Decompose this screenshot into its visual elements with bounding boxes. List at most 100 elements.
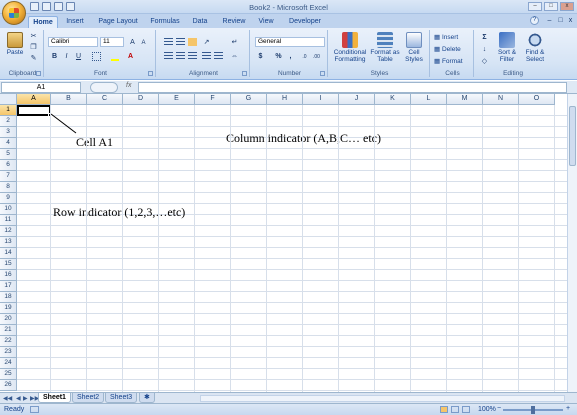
first-sheet-icon[interactable]: ◀◀	[3, 395, 12, 402]
fill-color-icon[interactable]	[110, 52, 119, 61]
row-header-1[interactable]: 1	[0, 105, 17, 116]
row-header-15[interactable]: 15	[0, 259, 17, 270]
row-header-3[interactable]: 3	[0, 127, 17, 138]
row-header-23[interactable]: 23	[0, 347, 17, 358]
row-header-8[interactable]: 8	[0, 182, 17, 193]
sheet-tab-sheet2[interactable]: Sheet2	[72, 393, 105, 403]
borders-icon[interactable]	[92, 52, 101, 61]
zoom-level[interactable]: 100%	[478, 406, 496, 413]
row-header-17[interactable]: 17	[0, 281, 17, 292]
tab-formulas[interactable]: Formulas	[148, 16, 182, 28]
row-header-21[interactable]: 21	[0, 325, 17, 336]
number-launcher-icon[interactable]	[320, 71, 325, 76]
underline-button[interactable]: U	[74, 52, 83, 61]
shrink-font-icon[interactable]: A	[139, 38, 148, 47]
row-header-12[interactable]: 12	[0, 226, 17, 237]
row-header-16[interactable]: 16	[0, 270, 17, 281]
active-cell[interactable]	[17, 105, 52, 117]
align-left-icon[interactable]	[164, 52, 173, 60]
row-header-19[interactable]: 19	[0, 303, 17, 314]
column-header-d[interactable]: D	[123, 94, 159, 105]
format-cells-button[interactable]: ▦ Format	[434, 57, 463, 65]
grow-font-icon[interactable]: A	[128, 38, 137, 47]
prev-sheet-icon[interactable]: ◀	[16, 395, 21, 402]
row-header-14[interactable]: 14	[0, 248, 17, 259]
row-header-9[interactable]: 9	[0, 193, 17, 204]
formula-input[interactable]	[138, 82, 567, 93]
italic-button[interactable]: I	[62, 52, 71, 61]
tab-home[interactable]: Home	[28, 16, 58, 28]
orientation-icon[interactable]: ↗	[202, 38, 211, 47]
column-header-h[interactable]: H	[267, 94, 303, 105]
insert-cells-button[interactable]: ▦ Insert	[434, 33, 458, 41]
ribbon-minimize-icon[interactable]: –	[545, 16, 554, 25]
paste-button[interactable]: Paste	[4, 32, 26, 56]
column-header-l[interactable]: L	[411, 94, 447, 105]
insert-function-icon[interactable]: fx	[126, 82, 131, 89]
vertical-scroll-thumb[interactable]	[569, 106, 576, 166]
align-center-icon[interactable]	[176, 52, 185, 60]
decrease-indent-icon[interactable]	[202, 52, 211, 60]
wrap-text-icon[interactable]: ↵	[230, 38, 239, 47]
macro-record-icon[interactable]	[30, 406, 39, 413]
column-header-i[interactable]: I	[303, 94, 339, 105]
next-sheet-icon[interactable]: ▶	[23, 395, 28, 402]
align-middle-icon[interactable]	[176, 38, 185, 46]
tab-view[interactable]: View	[256, 16, 276, 28]
row-header-2[interactable]: 2	[0, 116, 17, 127]
clear-icon[interactable]: ◇	[480, 57, 489, 66]
row-header-7[interactable]: 7	[0, 171, 17, 182]
row-header-25[interactable]: 25	[0, 369, 17, 380]
name-box[interactable]: A1	[1, 82, 81, 93]
find-select-button[interactable]: Find & Select	[522, 32, 548, 63]
format-as-table-button[interactable]: Format as Table	[370, 32, 400, 63]
currency-button[interactable]: $	[256, 52, 265, 61]
increase-decimal-icon[interactable]: .0	[300, 52, 309, 61]
row-header-18[interactable]: 18	[0, 292, 17, 303]
row-header-4[interactable]: 4	[0, 138, 17, 149]
help-icon[interactable]: ?	[530, 16, 539, 25]
row-header-6[interactable]: 6	[0, 160, 17, 171]
column-header-a[interactable]: A	[17, 94, 51, 105]
tab-data[interactable]: Data	[190, 16, 210, 28]
column-header-e[interactable]: E	[159, 94, 195, 105]
zoom-in-icon[interactable]: +	[566, 405, 570, 412]
insert-sheet-icon[interactable]: ✱	[139, 393, 155, 403]
number-format-select[interactable]: General	[255, 37, 325, 47]
vertical-scrollbar[interactable]	[567, 94, 577, 392]
align-bottom-icon[interactable]	[188, 38, 197, 46]
ribbon-restore-icon[interactable]: □	[556, 16, 565, 25]
row-header-26[interactable]: 26	[0, 380, 17, 391]
decrease-decimal-icon[interactable]: .00	[312, 52, 321, 61]
sheet-tab-sheet1[interactable]: Sheet1	[38, 393, 71, 403]
comma-button[interactable]: ,	[286, 52, 295, 61]
select-all-button[interactable]	[0, 94, 17, 105]
row-header-5[interactable]: 5	[0, 149, 17, 160]
sort-filter-button[interactable]: Sort & Filter	[494, 32, 520, 63]
page-break-view-icon[interactable]	[462, 406, 470, 413]
tab-review[interactable]: Review	[220, 16, 248, 28]
clipboard-launcher-icon[interactable]	[36, 71, 41, 76]
row-header-13[interactable]: 13	[0, 237, 17, 248]
sheet-tab-sheet3[interactable]: Sheet3	[105, 393, 138, 403]
delete-cells-button[interactable]: ▦ Delete	[434, 45, 461, 53]
column-header-j[interactable]: J	[339, 94, 375, 105]
tab-insert[interactable]: Insert	[62, 16, 88, 28]
format-painter-icon[interactable]: ✎	[29, 54, 38, 63]
page-layout-view-icon[interactable]	[451, 406, 459, 413]
row-header-10[interactable]: 10	[0, 204, 17, 215]
zoom-out-icon[interactable]: −	[497, 405, 501, 412]
horizontal-scrollbar[interactable]	[200, 395, 565, 402]
ribbon-close-icon[interactable]: x	[566, 16, 575, 25]
font-launcher-icon[interactable]	[148, 71, 153, 76]
alignment-launcher-icon[interactable]	[242, 71, 247, 76]
autosum-icon[interactable]: Σ	[480, 33, 489, 42]
percent-button[interactable]: %	[274, 52, 283, 61]
column-header-o[interactable]: O	[519, 94, 555, 105]
font-color-icon[interactable]: A	[126, 52, 135, 61]
fill-icon[interactable]: ↓	[480, 45, 489, 54]
tab-developer[interactable]: Developer	[285, 16, 325, 28]
close-button[interactable]: x	[560, 2, 574, 11]
row-header-20[interactable]: 20	[0, 314, 17, 325]
worksheet-grid[interactable]: ABCDEFGHIJKLMNO 1 2 3 4 5 6 7 8 9 10 11 12 13 14 15 16 1…	[0, 94, 577, 392]
